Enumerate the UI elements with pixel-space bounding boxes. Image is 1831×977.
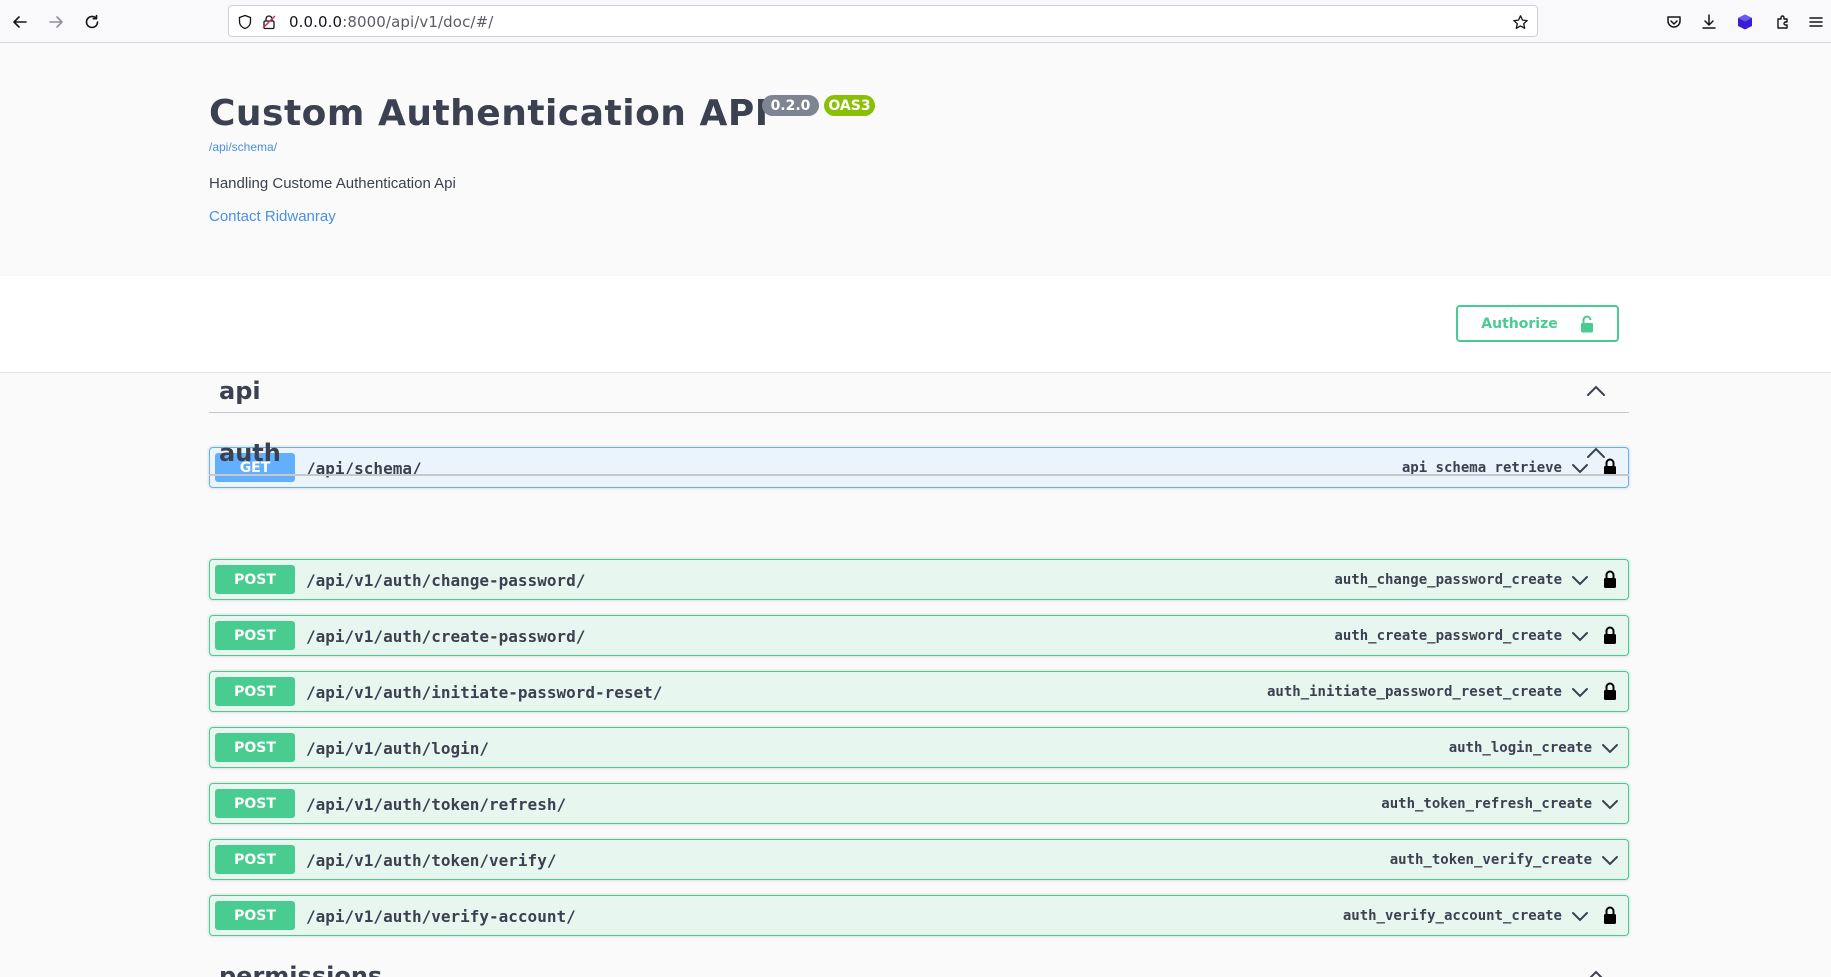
tag-name: permissions xyxy=(219,962,383,977)
operation-path: /api/v1/auth/login/ xyxy=(306,739,490,758)
api-info-section: Custom Authentication API 0.2.0 OAS3 /ap… xyxy=(0,43,1831,276)
lock-icon[interactable] xyxy=(1601,624,1619,646)
url-host: 0.0.0.0 xyxy=(289,13,343,31)
operation-row[interactable]: POST /api/v1/auth/login/ auth_login_crea… xyxy=(209,727,1629,768)
puzzle-icon xyxy=(1777,15,1788,29)
api-title: Custom Authentication API xyxy=(209,93,769,134)
api-description: Handling Custome Authentication Api xyxy=(209,175,456,192)
operation-path: /api/v1/auth/token/verify/ xyxy=(306,851,557,870)
operation-path: /api/v1/auth/initiate-password-reset/ xyxy=(306,683,663,702)
chevron-down-icon[interactable] xyxy=(1570,570,1590,590)
browser-toolbar: 0.0.0.0:8000/api/v1/doc/#/ xyxy=(0,0,1831,43)
scheme-container: Authorize xyxy=(0,276,1831,373)
method-badge: POST xyxy=(215,565,295,594)
authorize-label: Authorize xyxy=(1481,315,1558,332)
operation-row[interactable]: POST /api/v1/auth/token/refresh/ auth_to… xyxy=(209,783,1629,824)
chevron-down-icon[interactable] xyxy=(1570,906,1590,926)
authorize-button[interactable]: Authorize xyxy=(1456,305,1619,342)
method-badge: POST xyxy=(215,677,295,706)
chevron-down-icon[interactable] xyxy=(1600,738,1620,758)
version-badge: 0.2.0 xyxy=(762,95,819,116)
tag-header-permissions[interactable]: permissions xyxy=(209,953,1629,977)
operation-id: auth_create_password_create xyxy=(1334,628,1562,644)
forward-arrow-icon xyxy=(49,16,63,28)
operation-row[interactable]: POST /api/v1/auth/initiate-password-rese… xyxy=(209,671,1629,712)
downloads-button[interactable] xyxy=(1697,10,1721,34)
lock-icon[interactable] xyxy=(1601,680,1619,702)
operation-id: auth_initiate_password_reset_create xyxy=(1266,684,1562,700)
operation-id: auth_token_verify_create xyxy=(1389,852,1592,868)
method-badge: POST xyxy=(215,845,295,874)
operation-path: /api/v1/auth/change-password/ xyxy=(306,571,586,590)
forward-button[interactable] xyxy=(44,10,68,34)
chevron-down-icon[interactable] xyxy=(1600,794,1620,814)
extension-button[interactable] xyxy=(1733,10,1757,34)
download-icon xyxy=(1702,14,1716,29)
reload-button[interactable] xyxy=(80,10,104,34)
chevron-up-icon[interactable] xyxy=(1585,965,1607,977)
tag-name: auth xyxy=(219,439,281,467)
shield-icon[interactable] xyxy=(236,13,254,31)
lock-icon[interactable] xyxy=(1601,568,1619,590)
app-menu-button[interactable] xyxy=(1804,10,1828,34)
hamburger-menu-icon xyxy=(1809,17,1823,27)
extension-cube-icon xyxy=(1738,14,1752,30)
operation-path: /api/v1/auth/token/refresh/ xyxy=(306,795,567,814)
operation-id: auth_verify_account_create xyxy=(1342,908,1562,924)
url-path: :8000/api/v1/doc/#/ xyxy=(342,13,494,31)
extensions-menu-button[interactable] xyxy=(1771,10,1795,34)
tag-header-auth[interactable]: auth xyxy=(209,430,1629,475)
tag-name: api xyxy=(219,377,261,405)
method-badge: POST xyxy=(215,621,295,650)
chevron-up-icon[interactable] xyxy=(1585,380,1607,402)
method-badge: POST xyxy=(215,733,295,762)
operation-path: /api/v1/auth/create-password/ xyxy=(306,627,586,646)
back-button[interactable] xyxy=(8,10,32,34)
lock-icon[interactable] xyxy=(1601,904,1619,926)
operation-id: auth_login_create xyxy=(1448,740,1592,756)
chevron-up-icon[interactable] xyxy=(1585,442,1607,464)
pocket-button[interactable] xyxy=(1662,10,1686,34)
oas-badge: OAS3 xyxy=(824,95,875,116)
operation-row[interactable]: POST /api/v1/auth/token/verify/ auth_tok… xyxy=(209,839,1629,880)
schema-url-link[interactable]: /api/schema/ xyxy=(209,140,277,154)
chevron-down-icon[interactable] xyxy=(1600,850,1620,870)
method-badge: POST xyxy=(215,901,295,930)
pocket-icon xyxy=(1667,16,1681,28)
unlocked-lock-icon xyxy=(1580,315,1593,332)
back-arrow-icon xyxy=(13,16,27,28)
operation-row[interactable]: POST /api/v1/auth/change-password/ auth_… xyxy=(209,559,1629,600)
chevron-down-icon[interactable] xyxy=(1570,626,1590,646)
operation-id: auth_change_password_create xyxy=(1334,572,1562,588)
bookmark-star-icon[interactable] xyxy=(1511,13,1529,31)
contact-link[interactable]: Contact Ridwanray xyxy=(209,208,336,225)
method-badge: POST xyxy=(215,789,295,818)
insecure-lock-icon[interactable] xyxy=(260,13,278,31)
operation-row[interactable]: POST /api/v1/auth/verify-account/ auth_v… xyxy=(209,895,1629,936)
address-bar[interactable]: 0.0.0.0:8000/api/v1/doc/#/ xyxy=(228,5,1538,37)
tag-header-api[interactable]: api xyxy=(209,368,1629,413)
chevron-down-icon[interactable] xyxy=(1570,682,1590,702)
operation-row[interactable]: POST /api/v1/auth/create-password/ auth_… xyxy=(209,615,1629,656)
operation-path: /api/v1/auth/verify-account/ xyxy=(306,907,576,926)
operation-id: auth_token_refresh_create xyxy=(1381,796,1592,812)
reload-icon xyxy=(85,14,99,29)
url-text[interactable]: 0.0.0.0:8000/api/v1/doc/#/ xyxy=(289,13,493,31)
